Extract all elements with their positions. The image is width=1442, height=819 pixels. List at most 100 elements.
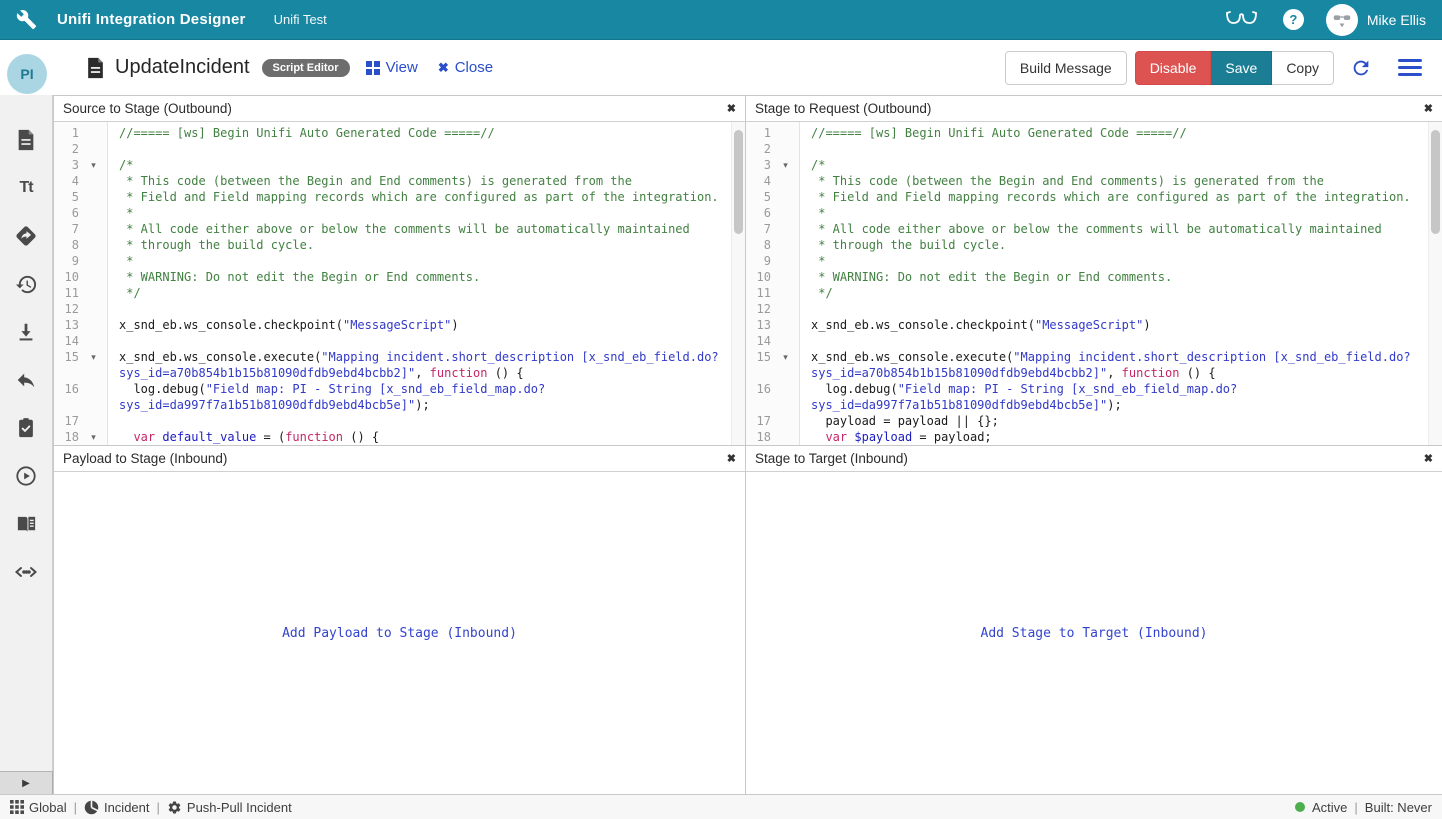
code-line[interactable]: 6 * — [746, 205, 1428, 221]
app-title: Unifi Integration Designer — [57, 11, 246, 28]
code-text: * All code either above or below the com… — [800, 221, 1382, 237]
fold-gutter — [771, 141, 800, 157]
fold-arrow-icon[interactable]: ▾ — [771, 349, 800, 365]
line-number: 13 — [54, 317, 79, 333]
code-line[interactable]: 4 * This code (between the Begin and End… — [746, 173, 1428, 189]
code-text: log.debug("Field map: PI - String [x_snd… — [108, 381, 545, 397]
code-line[interactable]: 14 — [746, 333, 1428, 349]
code-line[interactable]: 13x_snd_eb.ws_console.checkpoint("Messag… — [54, 317, 731, 333]
code-line[interactable]: 17 — [54, 413, 731, 429]
help-icon[interactable]: ? — [1283, 9, 1304, 30]
fold-arrow-icon[interactable]: ▾ — [79, 157, 108, 173]
document-icon[interactable] — [14, 128, 38, 152]
code-line[interactable]: 3▾/* — [54, 157, 731, 173]
code-line[interactable]: 12 — [746, 301, 1428, 317]
code-line[interactable]: 11 */ — [54, 285, 731, 301]
fold-gutter — [771, 317, 800, 333]
integration-link[interactable]: Push-Pull Incident — [167, 800, 292, 815]
code-line[interactable]: sys_id=a70b854b1b15b81090dfdb9ebd4bcbb2]… — [54, 365, 731, 381]
code-line[interactable]: 18▾ var default_value = (function () { — [54, 429, 731, 445]
code-text — [108, 301, 119, 317]
code-line[interactable]: 10 * WARNING: Do not edit the Begin or E… — [54, 269, 731, 285]
code-line[interactable]: 9 * — [746, 253, 1428, 269]
clipboard-check-icon[interactable] — [14, 416, 38, 440]
code-line[interactable]: 14 — [54, 333, 731, 349]
code-line[interactable]: 12 — [54, 301, 731, 317]
line-number: 2 — [746, 141, 771, 157]
line-number: 11 — [54, 285, 79, 301]
code-line[interactable]: 10 * WARNING: Do not edit the Begin or E… — [746, 269, 1428, 285]
code-line[interactable]: 1//===== [ws] Begin Unifi Auto Generated… — [746, 125, 1428, 141]
code-icon[interactable] — [14, 560, 38, 584]
fold-arrow-icon[interactable]: ▾ — [79, 349, 108, 365]
integration-context-link[interactable]: Unifi Test — [274, 12, 327, 27]
wrench-icon — [16, 9, 37, 30]
code-line[interactable]: 16 log.debug("Field map: PI - String [x_… — [54, 381, 731, 397]
view-button[interactable]: View — [366, 59, 418, 76]
code-line[interactable]: 2 — [746, 141, 1428, 157]
fold-arrow-icon[interactable]: ▾ — [771, 157, 800, 173]
code-line[interactable]: 11 */ — [746, 285, 1428, 301]
code-line[interactable]: 8 * through the build cycle. — [746, 237, 1428, 253]
download-icon[interactable] — [14, 320, 38, 344]
code-line[interactable]: 1//===== [ws] Begin Unifi Auto Generated… — [54, 125, 731, 141]
code-line[interactable]: 8 * through the build cycle. — [54, 237, 731, 253]
code-line[interactable]: 5 * Field and Field mapping records whic… — [54, 189, 731, 205]
add-stage-to-target-link[interactable]: Add Stage to Target (Inbound) — [981, 626, 1208, 641]
save-button[interactable]: Save — [1211, 51, 1272, 85]
code-line[interactable]: 13x_snd_eb.ws_console.checkpoint("Messag… — [746, 317, 1428, 333]
menu-icon[interactable] — [1398, 59, 1422, 76]
scrollbar-thumb[interactable] — [1431, 130, 1440, 234]
fold-gutter — [771, 189, 800, 205]
panel-close-icon[interactable]: ✖ — [727, 102, 736, 115]
code-line[interactable]: 16 log.debug("Field map: PI - String [x_… — [746, 381, 1428, 397]
fold-gutter — [79, 285, 108, 301]
panel-close-icon[interactable]: ✖ — [727, 452, 736, 465]
glasses-icon[interactable] — [1225, 10, 1261, 30]
text-format-icon[interactable]: Tt — [14, 176, 38, 200]
line-number: 15 — [746, 349, 771, 365]
refresh-icon[interactable] — [1350, 57, 1372, 79]
undo-icon[interactable] — [14, 368, 38, 392]
user-menu[interactable]: Mike Ellis — [1326, 4, 1426, 36]
code-line[interactable]: 9 * — [54, 253, 731, 269]
record-avatar[interactable]: PI — [7, 54, 47, 94]
code-line[interactable]: sys_id=da997f7a1b51b81090dfdb9ebd4bcb5e]… — [54, 397, 731, 413]
line-number — [54, 365, 79, 381]
sidebar-collapse-toggle[interactable]: ▶ — [0, 771, 53, 794]
code-line[interactable]: sys_id=a70b854b1b15b81090dfdb9ebd4bcbb2]… — [746, 365, 1428, 381]
code-line[interactable]: 5 * Field and Field mapping records whic… — [746, 189, 1428, 205]
history-icon[interactable] — [14, 272, 38, 296]
code-line[interactable]: 3▾/* — [746, 157, 1428, 173]
code-line[interactable]: 15▾x_snd_eb.ws_console.execute("Mapping … — [746, 349, 1428, 365]
add-payload-to-stage-link[interactable]: Add Payload to Stage (Inbound) — [282, 626, 517, 641]
scope-link[interactable]: Global — [10, 800, 67, 815]
code-line[interactable]: 4 * This code (between the Begin and End… — [54, 173, 731, 189]
code-editor[interactable]: 1//===== [ws] Begin Unifi Auto Generated… — [54, 122, 745, 445]
fold-arrow-icon[interactable]: ▾ — [79, 429, 108, 445]
user-avatar[interactable] — [1326, 4, 1358, 36]
line-number: 17 — [746, 413, 771, 429]
code-line[interactable]: 7 * All code either above or below the c… — [746, 221, 1428, 237]
scrollbar-thumb[interactable] — [734, 130, 743, 234]
code-line[interactable]: 17 payload = payload || {}; — [746, 413, 1428, 429]
copy-button[interactable]: Copy — [1272, 51, 1334, 85]
disable-button[interactable]: Disable — [1135, 51, 1212, 85]
code-line[interactable]: 6 * — [54, 205, 731, 221]
build-message-button[interactable]: Build Message — [1005, 51, 1127, 85]
code-line[interactable]: 7 * All code either above or below the c… — [54, 221, 731, 237]
active-status-dot — [1295, 802, 1305, 812]
code-line[interactable]: 18 var $payload = payload; — [746, 429, 1428, 445]
code-line[interactable]: 15▾x_snd_eb.ws_console.execute("Mapping … — [54, 349, 731, 365]
code-text: * This code (between the Begin and End c… — [108, 173, 632, 189]
panel-close-icon[interactable]: ✖ — [1424, 452, 1433, 465]
code-editor[interactable]: 1//===== [ws] Begin Unifi Auto Generated… — [746, 122, 1442, 445]
panel-close-icon[interactable]: ✖ — [1424, 102, 1433, 115]
code-line[interactable]: 2 — [54, 141, 731, 157]
target-table-link[interactable]: Incident — [84, 800, 150, 815]
play-circle-icon[interactable] — [14, 464, 38, 488]
code-line[interactable]: sys_id=da997f7a1b51b81090dfdb9ebd4bcb5e]… — [746, 397, 1428, 413]
book-icon[interactable] — [14, 512, 38, 536]
close-button[interactable]: ✖ Close — [438, 59, 493, 76]
diamond-share-icon[interactable] — [14, 224, 38, 248]
